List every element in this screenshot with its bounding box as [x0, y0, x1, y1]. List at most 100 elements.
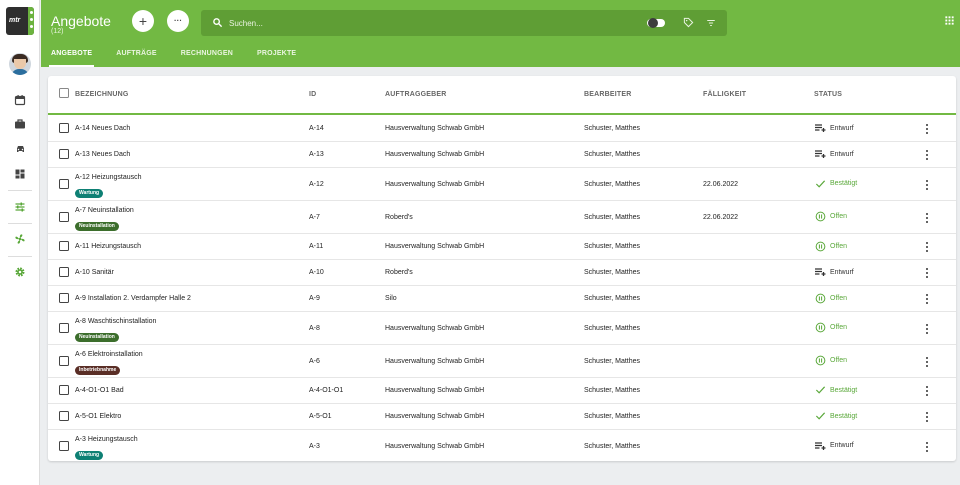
more-actions-button[interactable]: ··· [167, 10, 189, 32]
row-checkbox[interactable] [59, 385, 69, 395]
row-name[interactable]: A-9 Installation 2. Verdampfer Halle 2 [75, 295, 191, 302]
row-more-icon[interactable] [924, 323, 930, 335]
search-input[interactable] [229, 16, 529, 30]
row-more-icon[interactable] [924, 179, 930, 191]
tag-icon[interactable] [683, 17, 694, 28]
tab-auftraege[interactable]: AUFTRÄGE [116, 50, 157, 67]
row-checkbox[interactable] [59, 440, 69, 451]
table-row[interactable]: A-4-O1-O1 Bad A-4-O1-O1 Hausverwaltung S… [48, 378, 956, 404]
row-editor: Schuster, Matthes [584, 387, 641, 394]
row-client: Silo [385, 295, 397, 302]
search-icon [213, 18, 223, 28]
tab-bar: ANGEBOTE AUFTRÄGE RECHNUNGEN PROJEKTE [48, 50, 320, 67]
column-header-status[interactable]: STATUS [814, 91, 842, 98]
add-button[interactable]: + [132, 10, 154, 32]
row-status: Entwurf [814, 441, 854, 451]
row-more-icon[interactable] [924, 385, 930, 397]
row-checkbox[interactable] [59, 355, 69, 366]
row-name-block: A-5-O1 Elektro [75, 413, 121, 420]
row-name[interactable]: A-7 Neuinstallation [75, 207, 134, 214]
tab-rechnungen[interactable]: RECHNUNGEN [181, 50, 233, 67]
row-name-block: A-8 Waschtischinstallation Neuinstallati… [75, 318, 156, 343]
row-checkbox[interactable] [59, 178, 69, 189]
gear-icon[interactable] [13, 265, 27, 279]
row-name[interactable]: A-3 Heizungstausch [75, 436, 138, 443]
tab-projekte[interactable]: PROJEKTE [257, 50, 296, 67]
row-checkbox[interactable] [59, 322, 69, 333]
tab-angebote[interactable]: ANGEBOTE [48, 50, 95, 67]
row-more-icon[interactable] [924, 356, 930, 368]
check-icon [814, 179, 826, 189]
row-name[interactable]: A-6 Elektroinstallation [75, 351, 143, 358]
column-header-editor[interactable]: BEARBEITER [584, 91, 632, 98]
dashboard-icon[interactable] [13, 167, 27, 181]
table-row[interactable]: A-11 Heizungstausch A-11 Hausverwaltung … [48, 234, 956, 260]
row-name[interactable]: A-4-O1-O1 Bad [75, 387, 124, 394]
row-checkbox[interactable] [59, 267, 69, 277]
row-more-icon[interactable] [924, 411, 930, 423]
table-row[interactable]: A-3 Heizungstausch Wartung A-3 Hausverwa… [48, 430, 956, 461]
row-name[interactable]: A-11 Heizungstausch [75, 243, 141, 250]
row-name-block: A-14 Neues Dach [75, 125, 130, 132]
row-more-icon[interactable] [924, 212, 930, 224]
table-row[interactable]: A-10 Sanitär A-10 Roberd's Schuster, Mat… [48, 260, 956, 286]
avatar[interactable] [9, 53, 31, 75]
table-row[interactable]: A-13 Neues Dach A-13 Hausverwaltung Schw… [48, 142, 956, 168]
page-title: Angebote [51, 13, 111, 29]
row-more-icon[interactable] [924, 241, 930, 253]
row-id: A-12 [309, 180, 324, 188]
row-name[interactable]: A-12 Heizungstausch [75, 174, 142, 181]
row-name[interactable]: A-8 Waschtischinstallation [75, 318, 156, 325]
row-checkbox[interactable] [59, 241, 69, 251]
row-status-label: Offen [830, 294, 847, 302]
row-status: Bestätigt [814, 179, 857, 189]
row-client: Hausverwaltung Schwab GmbH [385, 324, 485, 332]
row-client: Hausverwaltung Schwab GmbH [385, 180, 485, 188]
column-header-name[interactable]: BEZEICHNUNG [75, 91, 129, 98]
table-row[interactable]: A-9 Installation 2. Verdampfer Halle 2 A… [48, 286, 956, 312]
fan-icon[interactable] [13, 232, 27, 246]
view-toggle[interactable] [647, 18, 665, 28]
draft-add-icon [814, 149, 826, 159]
row-name[interactable]: A-13 Neues Dach [75, 151, 130, 158]
row-name-block: A-7 Neuinstallation Neuinstallation [75, 207, 134, 232]
sliders-icon[interactable] [13, 200, 27, 214]
row-more-icon[interactable] [924, 267, 930, 279]
app-logo[interactable]: mtr [6, 7, 34, 35]
row-checkbox[interactable] [59, 123, 69, 133]
row-name[interactable]: A-10 Sanitär [75, 269, 114, 276]
row-checkbox[interactable] [59, 411, 69, 421]
briefcase-icon[interactable] [13, 117, 27, 131]
top-header: Angebote (12) + ··· ANGEBOTE AUFTRÄGE RE… [41, 0, 960, 67]
row-status: Entwurf [814, 149, 854, 159]
select-all-checkbox[interactable] [59, 88, 69, 98]
table-row[interactable]: A-12 Heizungstausch Wartung A-12 Hausver… [48, 168, 956, 201]
row-more-icon[interactable] [924, 293, 930, 305]
row-name[interactable]: A-5-O1 Elektro [75, 413, 121, 420]
row-more-icon[interactable] [924, 441, 930, 453]
row-status: Offen [814, 322, 847, 333]
column-header-due[interactable]: FÄLLIGKEIT [703, 91, 746, 98]
row-checkbox[interactable] [59, 149, 69, 159]
row-more-icon[interactable] [924, 149, 930, 161]
row-status: Offen [814, 241, 847, 251]
row-client: Hausverwaltung Schwab GmbH [385, 387, 485, 394]
apps-grid-icon[interactable] [945, 16, 954, 25]
table-row[interactable]: A-6 Elektroinstallation Inbetriebnahme A… [48, 345, 956, 378]
calendar-icon[interactable] [13, 93, 27, 107]
row-status-label: Entwurf [830, 442, 854, 449]
row-checkbox[interactable] [59, 211, 69, 222]
car-icon[interactable] [13, 142, 27, 156]
column-header-client[interactable]: AUFTRAGGEBER [385, 91, 447, 98]
row-more-icon[interactable] [924, 123, 930, 135]
table-row[interactable]: A-14 Neues Dach A-14 Hausverwaltung Schw… [48, 116, 956, 142]
table-row[interactable]: A-8 Waschtischinstallation Neuinstallati… [48, 312, 956, 345]
draft-add-icon [814, 267, 826, 277]
row-checkbox[interactable] [59, 293, 69, 303]
row-name[interactable]: A-14 Neues Dach [75, 125, 130, 132]
table-row[interactable]: A-7 Neuinstallation Neuinstallation A-7 … [48, 201, 956, 234]
filter-icon[interactable] [706, 18, 716, 28]
draft-add-icon [814, 441, 826, 451]
table-row[interactable]: A-5-O1 Elektro A-5-O1 Hausverwaltung Sch… [48, 404, 956, 430]
column-header-id[interactable]: ID [309, 91, 316, 98]
